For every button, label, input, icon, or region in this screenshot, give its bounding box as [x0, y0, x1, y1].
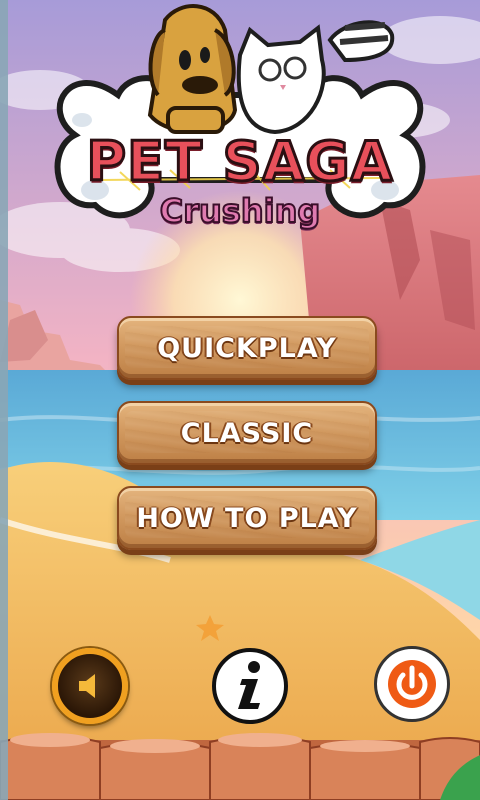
- classic-button[interactable]: CLASSIC: [117, 401, 377, 465]
- logo-subtitle: Crushing: [159, 191, 322, 231]
- how-to-play-button[interactable]: HOW TO PLAY: [117, 486, 377, 550]
- how-to-play-label: HOW TO PLAY: [136, 502, 358, 534]
- speaker-icon: [79, 674, 95, 698]
- sound-button[interactable]: [52, 648, 128, 724]
- info-button[interactable]: [212, 648, 288, 724]
- dog-mascot: [147, 4, 238, 134]
- power-button[interactable]: [374, 646, 450, 722]
- game-menu-screen: PET SAGA Crushing QUICKPLAY CLASSIC HOW …: [0, 0, 480, 800]
- logo-title: PET SAGA: [85, 129, 394, 195]
- quickplay-label: QUICKPLAY: [157, 332, 337, 364]
- power-icon: [388, 660, 436, 708]
- classic-label: CLASSIC: [180, 417, 314, 449]
- quickplay-button[interactable]: QUICKPLAY: [117, 316, 377, 380]
- info-icon: [238, 661, 260, 709]
